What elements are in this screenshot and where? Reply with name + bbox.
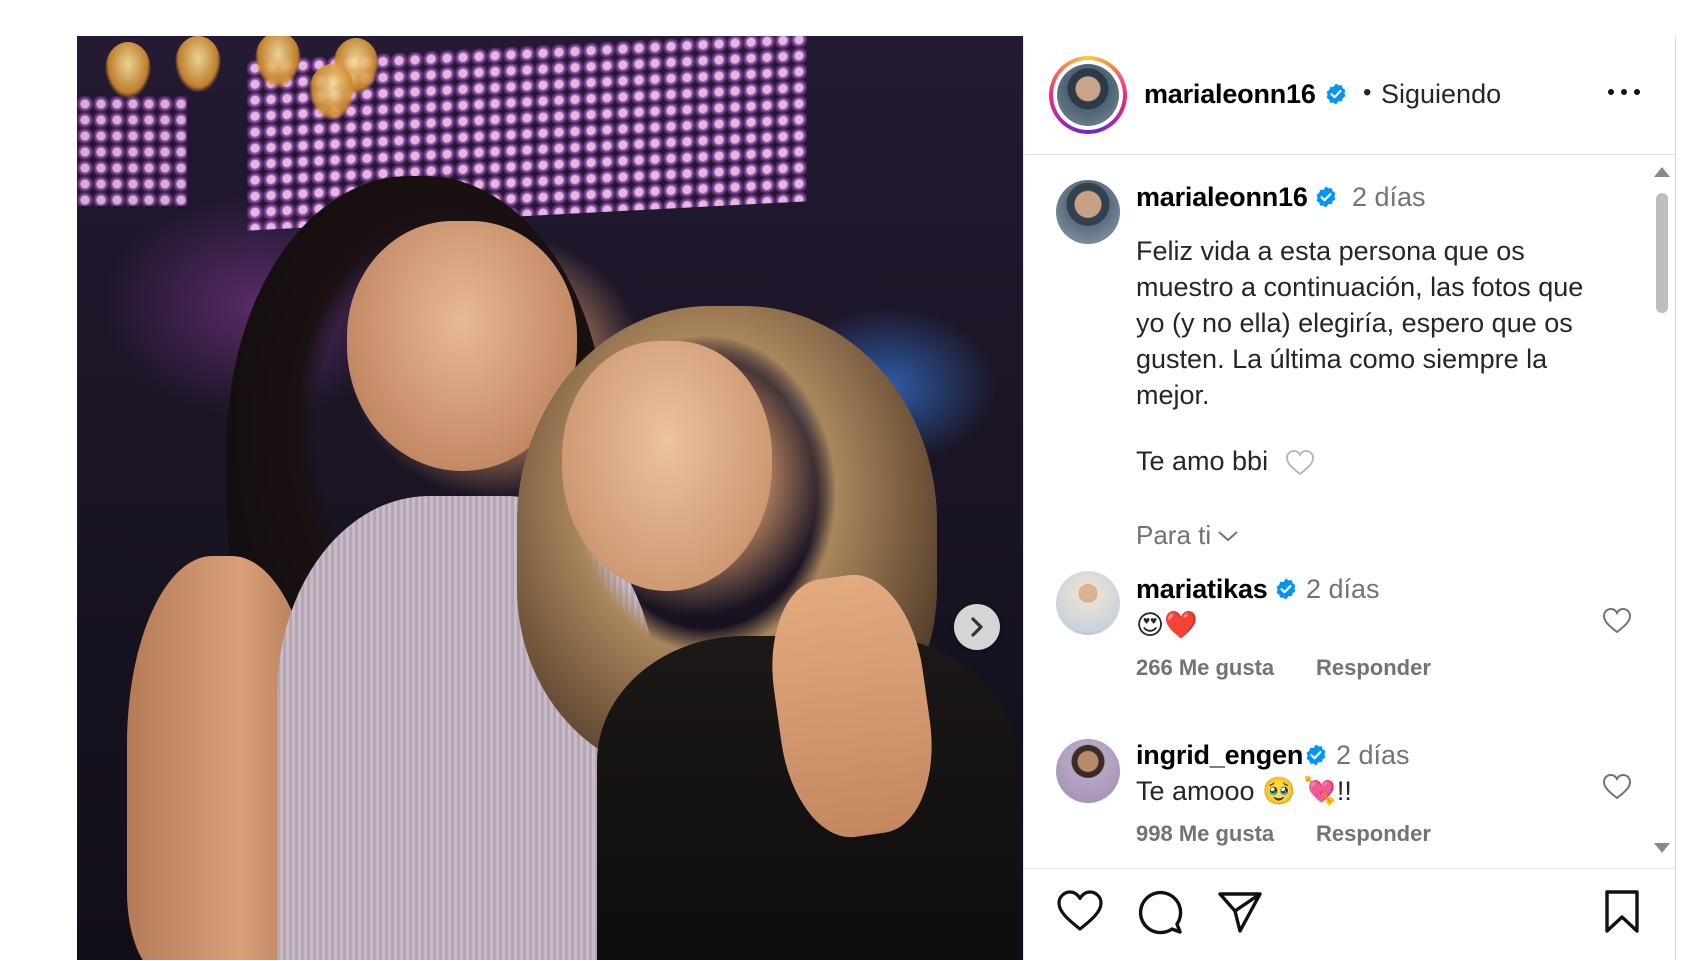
led-wall-lights-left	[77, 96, 187, 206]
comment-likes[interactable]: 266 Me gusta	[1136, 655, 1274, 681]
verified-badge-icon	[1314, 185, 1338, 214]
lamp	[255, 36, 301, 88]
person-right-face	[562, 341, 772, 591]
scroll-up-arrow-icon[interactable]	[1652, 165, 1672, 184]
post-actions-bar	[1024, 868, 1676, 961]
verified-badge-icon	[1274, 577, 1298, 606]
scroll-down-arrow-icon[interactable]	[1652, 841, 1672, 860]
bookmark-icon[interactable]	[1602, 889, 1642, 940]
caption-line: mejor.	[1136, 380, 1210, 410]
comment-time: 2 días	[1336, 740, 1410, 770]
caption-line: Feliz vida a esta persona que os	[1136, 236, 1525, 266]
more-options-icon[interactable]	[1604, 82, 1644, 102]
following-button[interactable]: Siguiendo	[1381, 79, 1501, 110]
author-username[interactable]: marialeonn16	[1144, 79, 1316, 110]
panel-right-border	[1675, 36, 1676, 960]
scrollbar-thumb[interactable]	[1656, 193, 1668, 313]
paper-plane-icon[interactable]	[1216, 889, 1264, 940]
commenter-avatar[interactable]	[1056, 571, 1120, 635]
author-avatar[interactable]	[1049, 56, 1127, 134]
post-side-panel: marialeonn16 • Siguiendo marialeonn16 2 …	[1023, 36, 1676, 960]
lamp	[105, 42, 151, 98]
comment-bubble-icon[interactable]	[1136, 889, 1184, 940]
caption-author-avatar[interactable]	[1056, 180, 1120, 244]
heart-icon[interactable]	[1602, 773, 1632, 806]
reply-button[interactable]: Responder	[1316, 821, 1431, 847]
caption-line: muestro a continuación, las fotos que	[1136, 272, 1584, 302]
comment-text: Te amooo 🥹 💘!!	[1136, 776, 1352, 806]
comment-username[interactable]: mariatikas	[1136, 574, 1268, 605]
next-photo-button[interactable]	[954, 604, 1000, 650]
comment-username[interactable]: ingrid_engen	[1136, 740, 1303, 771]
chevron-right-icon	[971, 617, 983, 637]
lamp	[309, 64, 355, 120]
lamp	[175, 36, 221, 92]
caption-username[interactable]: marialeonn16	[1136, 182, 1308, 213]
heart-icon[interactable]	[1056, 889, 1104, 938]
verified-badge-icon	[1304, 743, 1328, 772]
caption-time: 2 días	[1352, 182, 1426, 212]
comment-likes[interactable]: 998 Me gusta	[1136, 821, 1274, 847]
caption-text: Feliz vida a esta persona que os muestro…	[1136, 233, 1636, 413]
for-you-toggle[interactable]: Para ti	[1136, 520, 1239, 551]
post-header: marialeonn16 • Siguiendo	[1024, 36, 1676, 155]
caption-closing: Te amo bbi	[1136, 446, 1269, 476]
header-separator: •	[1363, 79, 1372, 106]
comment-time: 2 días	[1306, 574, 1380, 604]
verified-badge-icon	[1324, 82, 1348, 111]
for-you-label: Para ti	[1136, 520, 1212, 550]
commenter-avatar[interactable]	[1056, 739, 1120, 803]
white-heart-icon	[1285, 449, 1315, 482]
heart-icon[interactable]	[1602, 607, 1632, 640]
caption-line: gusten. La última como siempre la	[1136, 344, 1548, 374]
comment-text: 😍❤️	[1136, 610, 1198, 640]
caption-line: yo (y no ella) elegiría, espero que os	[1136, 308, 1573, 338]
post-photo[interactable]	[77, 36, 1023, 960]
reply-button[interactable]: Responder	[1316, 655, 1431, 681]
chevron-down-icon	[1218, 530, 1238, 541]
comments-scroll-area[interactable]: marialeonn16 2 días Feliz vida a esta pe…	[1024, 155, 1676, 868]
